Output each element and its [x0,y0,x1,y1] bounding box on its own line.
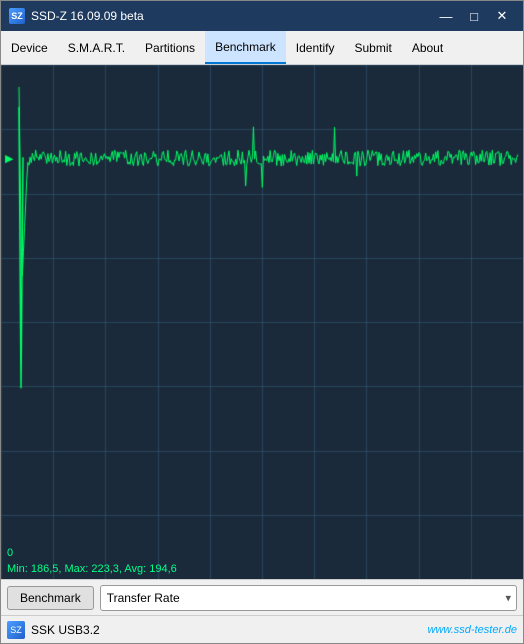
title-controls: — □ ✕ [433,6,515,26]
window-title: SSD-Z 16.09.09 beta [31,9,144,23]
device-name: SSK USB3.2 [31,623,422,637]
maximize-button[interactable]: □ [461,6,487,26]
app-icon: SZ [9,8,25,24]
bottom-controls: Benchmark Transfer Rate IOPS Latency ▾ [1,579,523,615]
menu-item-about[interactable]: About [402,31,453,64]
chart-container: 230 Work in Progress - Results Unreliabl… [1,65,523,579]
website-url: www.ssd-tester.de [428,624,517,636]
main-window: SZ SSD-Z 16.09.09 beta — □ ✕ Device S.M.… [0,0,524,644]
status-bar: SZ SSK USB3.2 www.ssd-tester.de [1,615,523,643]
menu-item-submit[interactable]: Submit [344,31,401,64]
menu-item-smart[interactable]: S.M.A.R.T. [58,31,135,64]
benchmark-button[interactable]: Benchmark [7,586,94,610]
menu-item-partitions[interactable]: Partitions [135,31,205,64]
close-button[interactable]: ✕ [489,6,515,26]
title-bar-left: SZ SSD-Z 16.09.09 beta [9,8,144,24]
dropdown-wrapper: Transfer Rate IOPS Latency ▾ [100,585,517,611]
menu-bar: Device S.M.A.R.T. Partitions Benchmark I… [1,31,523,65]
menu-item-device[interactable]: Device [1,31,58,64]
chart-type-dropdown[interactable]: Transfer Rate IOPS Latency [100,585,517,611]
title-bar: SZ SSD-Z 16.09.09 beta — □ ✕ [1,1,523,31]
minimize-button[interactable]: — [433,6,459,26]
chart-y-min: 0 [7,547,13,559]
menu-item-benchmark[interactable]: Benchmark [205,31,286,64]
chart-stats: Min: 186,5, Max: 223,3, Avg: 194,6 [7,563,177,575]
device-icon: SZ [7,621,25,639]
menu-item-identify[interactable]: Identify [286,31,345,64]
benchmark-chart [1,65,523,579]
